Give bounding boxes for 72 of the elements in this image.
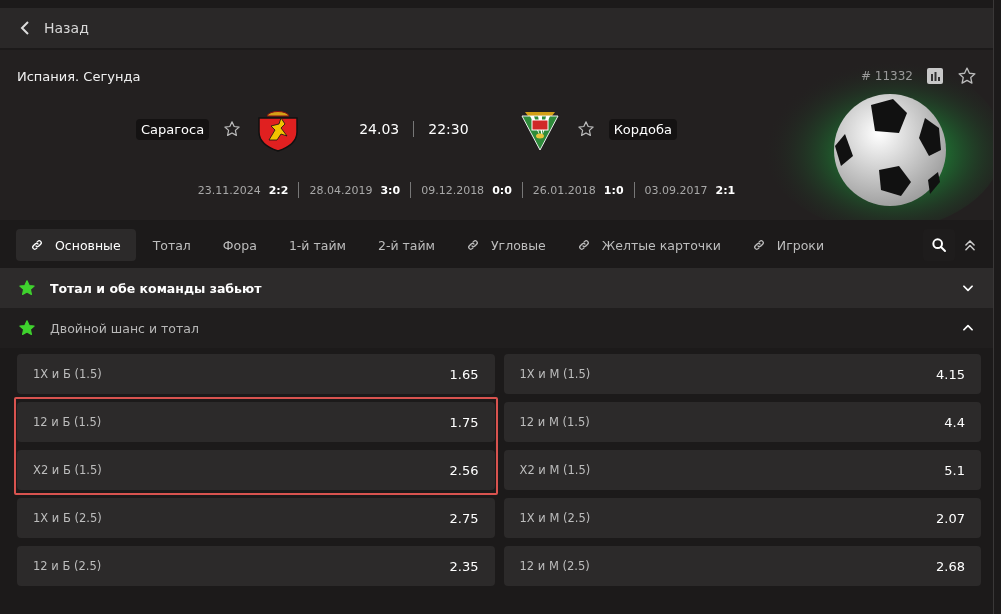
odds-button[interactable]: 12 и М (2.5) 2.68 xyxy=(503,546,981,586)
past-match-score: 1:0 xyxy=(603,183,624,197)
team-name: Сарагоса xyxy=(136,118,210,140)
odds-button[interactable]: 1Х и М (1.5) 4.15 xyxy=(503,354,981,394)
market-label: 12 и М (1.5) xyxy=(519,415,590,429)
market-label: 1Х и М (1.5) xyxy=(519,367,591,381)
market-tab[interactable]: Желтые карточки xyxy=(562,229,736,261)
odds-button[interactable]: Х2 и Б (1.5) 2.56 xyxy=(17,450,495,490)
past-match-score: 2:2 xyxy=(268,183,289,197)
back-button[interactable]: Назад xyxy=(20,20,89,36)
odds-button[interactable]: 1Х и Б (1.5) 1.65 xyxy=(17,354,495,394)
favorite-star-icon[interactable] xyxy=(957,66,977,86)
odds-value: 4.4 xyxy=(944,414,965,430)
market-label: 1Х и Б (2.5) xyxy=(33,511,102,525)
market-tab[interactable]: 2-й тайм xyxy=(362,229,450,261)
past-match-score: 3:0 xyxy=(380,183,401,197)
link-icon xyxy=(577,239,590,251)
market-tab[interactable]: 1-й тайм xyxy=(273,229,361,261)
favorite-star-icon[interactable] xyxy=(18,279,36,297)
odds-value: 4.15 xyxy=(936,366,965,382)
team-name: Кордоба xyxy=(608,118,677,140)
past-match-date: 28.04.2019 xyxy=(309,183,373,197)
odds-value: 1.65 xyxy=(449,366,479,382)
double-chevron-up-icon xyxy=(963,238,977,252)
bar-chart-icon xyxy=(927,68,943,84)
past-match-score: 2:1 xyxy=(715,183,736,197)
odds-value: 1.75 xyxy=(449,414,479,430)
odds-button[interactable]: 12 и Б (1.5) 1.75 xyxy=(17,402,495,442)
market-label: Х2 и М (1.5) xyxy=(519,463,591,477)
odds-value: 2.75 xyxy=(449,510,479,526)
link-icon xyxy=(31,239,43,251)
match-date: 24.03 xyxy=(359,121,400,137)
odds-value: 2.68 xyxy=(936,558,965,574)
event-id: # 11332 xyxy=(860,69,913,83)
link-icon xyxy=(467,239,479,251)
odds-button[interactable]: 12 и М (1.5) 4.4 xyxy=(503,402,981,442)
market-label: 12 и М (2.5) xyxy=(519,559,590,573)
collapse-all-button[interactable] xyxy=(963,238,977,252)
odds-button[interactable]: Х2 и М (1.5) 5.1 xyxy=(503,450,981,490)
star-icon[interactable] xyxy=(223,120,242,138)
odds-button[interactable]: 1Х и Б (2.5) 2.75 xyxy=(17,498,495,538)
odds-value: 2.35 xyxy=(449,558,479,574)
star-icon[interactable] xyxy=(576,120,595,138)
match-time: 22:30 xyxy=(428,121,469,137)
search-icon xyxy=(931,237,947,253)
odds-value: 2.56 xyxy=(449,462,479,478)
past-match-date: 26.01.2018 xyxy=(532,183,596,197)
statistics-button[interactable] xyxy=(927,68,943,84)
market-label: 12 и Б (2.5) xyxy=(33,559,102,573)
market-label: 1Х и М (2.5) xyxy=(519,511,591,525)
odds-value: 5.1 xyxy=(944,462,965,478)
market-label: Х2 и Б (1.5) xyxy=(33,463,102,477)
market-section-header[interactable]: Тотал и обе команды забьют xyxy=(0,268,993,308)
market-tab[interactable]: Тотал xyxy=(137,229,206,261)
past-match-score: 0:0 xyxy=(492,183,512,197)
market-tab[interactable]: Угловые xyxy=(452,229,561,261)
market-tab[interactable]: Фора xyxy=(207,229,272,261)
past-match-date: 23.11.2024 xyxy=(197,183,261,197)
past-match-date: 03.09.2017 xyxy=(644,183,708,197)
favorite-star-icon[interactable] xyxy=(18,319,36,337)
market-section-header[interactable]: Двойной шанс и тотал xyxy=(0,308,993,348)
back-chevron-icon xyxy=(20,21,30,35)
past-match-date: 09.12.2018 xyxy=(421,183,485,197)
league-title: Испания. Сегунда xyxy=(17,69,141,84)
odds-button[interactable]: 12 и Б (2.5) 2.35 xyxy=(17,546,495,586)
odds-button[interactable]: 1Х и М (2.5) 2.07 xyxy=(503,498,981,538)
market-tab[interactable]: Игроки xyxy=(737,229,840,261)
market-label: 12 и Б (1.5) xyxy=(33,415,102,429)
market-tab[interactable]: Основные xyxy=(16,229,136,261)
odds-value: 2.07 xyxy=(936,510,965,526)
link-icon xyxy=(752,239,765,251)
market-label: 1Х и Б (1.5) xyxy=(33,367,102,381)
